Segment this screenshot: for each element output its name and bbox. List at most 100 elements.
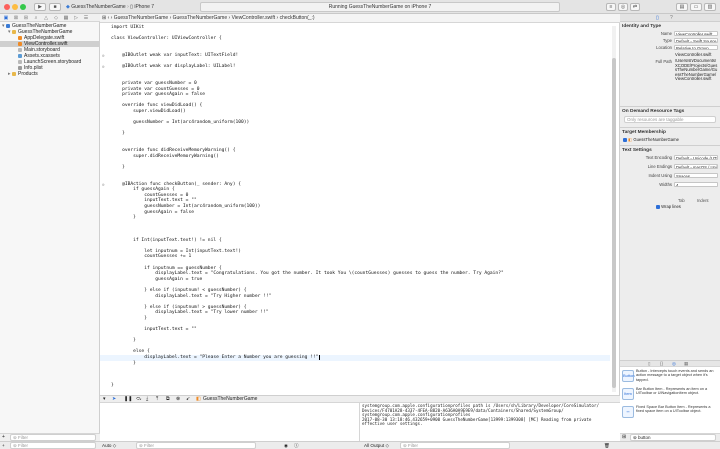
console-filter-placeholder: Filter [408, 443, 419, 448]
assistant-editor-button[interactable]: ◎ [618, 3, 628, 11]
report-icon[interactable]: ☰ [83, 15, 89, 21]
activity-text: Running GuessTheNumberGame on iPhone 7 [328, 4, 432, 10]
back-icon[interactable]: ‹ [108, 15, 110, 21]
step-over-icon[interactable]: ⤼ [136, 396, 141, 403]
panel-bottom-icon: ▭ [693, 4, 699, 10]
code-text: import UIKit [111, 25, 145, 30]
jumpbar-crumb-group[interactable]: GuessTheNumberGame [173, 15, 227, 21]
add-file-icon[interactable]: + [2, 442, 5, 449]
object-library-icon[interactable]: ◎ [672, 361, 676, 367]
width-labels: Tab Indent [678, 198, 718, 203]
checkbox-checked-icon[interactable] [656, 204, 660, 209]
breakpoints-toggle-icon[interactable]: ➤ [112, 396, 116, 403]
console-output-select[interactable]: All Output ◇ [364, 442, 389, 449]
run-button[interactable]: ▶ [34, 3, 46, 11]
view-hierarchy-icon[interactable]: ⧉ [166, 396, 170, 403]
console-output[interactable]: systemgroup.com.apple.configurationprofi… [360, 403, 620, 441]
hide-debug-icon[interactable]: ▾ [103, 396, 106, 403]
library-item[interactable]: Item Bar Button Item - Represents an item… [620, 386, 720, 403]
property-value[interactable]: Default - macOS / Unix (LF) [674, 164, 718, 169]
add-icon[interactable]: + [2, 434, 5, 441]
breakpoint-icon[interactable]: ▷ [73, 15, 79, 21]
code-text: if Int(inputText.text!) != nil { [111, 237, 222, 243]
property-value[interactable]: Default - Unicode (UTF-8) [674, 155, 718, 160]
memory-graph-icon[interactable]: ⊗ [176, 396, 180, 403]
stop-button[interactable]: ■ [49, 3, 61, 11]
test-icon[interactable]: ◇ [53, 15, 59, 21]
property-value[interactable]: Spaces [674, 173, 718, 178]
grid-view-icon[interactable]: ⊞ [622, 434, 626, 441]
folder-icon[interactable]: ▣ [3, 15, 9, 21]
property-value[interactable]: Relative to Group [674, 45, 718, 50]
jumpbar-crumb-file[interactable]: ViewController.swift [232, 15, 276, 21]
code-text: override func didReceiveMemoryWarning() … [111, 148, 236, 154]
debug-target-label[interactable]: GuessTheNumberGame [203, 396, 257, 403]
code-text: guessAgain = false [111, 209, 194, 215]
debug-icon[interactable]: ▦ [63, 15, 69, 21]
filter-icon: ⊜ [13, 435, 19, 440]
code-text-area[interactable]: import UIKit class ViewController: UIView… [100, 25, 610, 395]
code-text: } [111, 164, 125, 170]
library-filter-input[interactable]: ⊜ button [630, 434, 716, 441]
property-value[interactable]: ViewController.swift [674, 52, 718, 57]
library-item-description: Button - Intercepts touch events and sen… [636, 369, 714, 382]
trash-icon[interactable]: 🗑 [604, 442, 610, 449]
close-window-icon[interactable] [4, 4, 10, 10]
variables-filter-input[interactable]: ⊜ Filter [136, 442, 256, 449]
variables-scope-select[interactable]: Auto ◇ [102, 442, 116, 449]
toggle-inspector-button[interactable]: ▥ [704, 3, 716, 11]
library-item[interactable]: ⇿ Fixed Space Bar Button Item - Represent… [620, 404, 720, 421]
file-inspector-icon[interactable]: ▯ [656, 15, 659, 21]
step-out-icon[interactable]: ⤒ [156, 396, 158, 403]
library-item[interactable]: Button Button - Intercepts touch events a… [620, 368, 720, 385]
property-label: Full Path [655, 59, 672, 64]
issue-icon[interactable]: △ [43, 15, 49, 21]
source-editor: ⊞ ‹ › GuessTheNumberGame › GuessTheNumbe… [100, 14, 620, 441]
quicklook-icon[interactable]: ◉ [284, 442, 288, 449]
ondemand-tags-field[interactable]: Only resources are taggable [624, 116, 716, 123]
minimize-window-icon[interactable] [12, 4, 18, 10]
library-item-description: Bar Button Item - Represents an item on … [636, 387, 708, 396]
code-text: guessNumber = Int(arc4random_uniform(100… [111, 204, 261, 209]
grid-icon[interactable]: ⊞ [102, 15, 106, 21]
console-filter-input[interactable]: ⊜ Filter [400, 442, 510, 449]
media-icon[interactable]: ▦ [684, 361, 688, 367]
membership-row[interactable]: ◧ GuessTheNumberGame [623, 137, 719, 142]
pause-icon[interactable]: ❚❚ [124, 396, 132, 403]
source-control-icon[interactable]: ⊠ [13, 15, 19, 21]
toggle-debug-button[interactable]: ▭ [690, 3, 702, 11]
property-value[interactable]: 4 [674, 182, 718, 187]
property-label: Line Endings [647, 164, 672, 169]
file-template-icon[interactable]: ▯ [648, 361, 650, 367]
jumpbar-crumb-project[interactable]: GuessTheNumberGame [114, 15, 168, 21]
file-icon [6, 23, 10, 28]
checkbox-checked-icon[interactable] [623, 137, 627, 142]
scheme-selector[interactable]: ◆ GuessTheNumberGame › ▯ iPhone 7 [66, 3, 176, 11]
stop-icon: ■ [53, 4, 57, 10]
standard-editor-button[interactable]: ≡ [606, 3, 616, 11]
snippet-icon[interactable]: {} [660, 361, 663, 366]
find-icon[interactable]: ⌕ [33, 15, 39, 21]
code-text: private var guessNumber = 0 [111, 80, 197, 86]
info-icon[interactable]: ⓘ [294, 442, 299, 449]
wrap-lines-row[interactable]: Wrap lines [656, 204, 716, 209]
jumpbar-crumb-symbol[interactable]: checkButton(_:) [280, 15, 315, 21]
version-editor-button[interactable]: ⇄ [630, 3, 640, 11]
symbol-icon[interactable]: ⊞ [23, 15, 29, 21]
zoom-window-icon[interactable] [20, 4, 26, 10]
library-item-icon: Button [622, 370, 635, 382]
property-value[interactable]: Default - Swift Source [674, 38, 718, 43]
navigator-bottom-filter[interactable]: ⊜ Filter [10, 442, 96, 449]
navigator-item[interactable]: ▸ Products [0, 71, 100, 77]
project-navigator: ▣ ⊠ ⊞ ⌕ △ ◇ ▦ ▷ ☰ ▾ GuessTheNumberGame ▾ Gu… [0, 14, 100, 441]
help-inspector-icon[interactable]: ? [670, 15, 673, 21]
sidebar-left-icon: ▤ [679, 4, 685, 10]
navigator-filter-input[interactable]: ⊜ Filter [10, 434, 96, 441]
step-in-icon[interactable]: ⤓ [146, 396, 148, 403]
property-value[interactable]: /Users/sh/Documents/XCODE/Projects/Guess… [674, 59, 718, 82]
library-item-description: Fixed Space Bar Button Item - Represents… [636, 405, 711, 414]
location-icon[interactable]: ➹ [186, 396, 190, 403]
toggle-navigator-button[interactable]: ▤ [676, 3, 688, 11]
editor-scrollbar-thumb[interactable] [612, 58, 616, 388]
property-value[interactable]: ViewController.swift [674, 31, 718, 36]
